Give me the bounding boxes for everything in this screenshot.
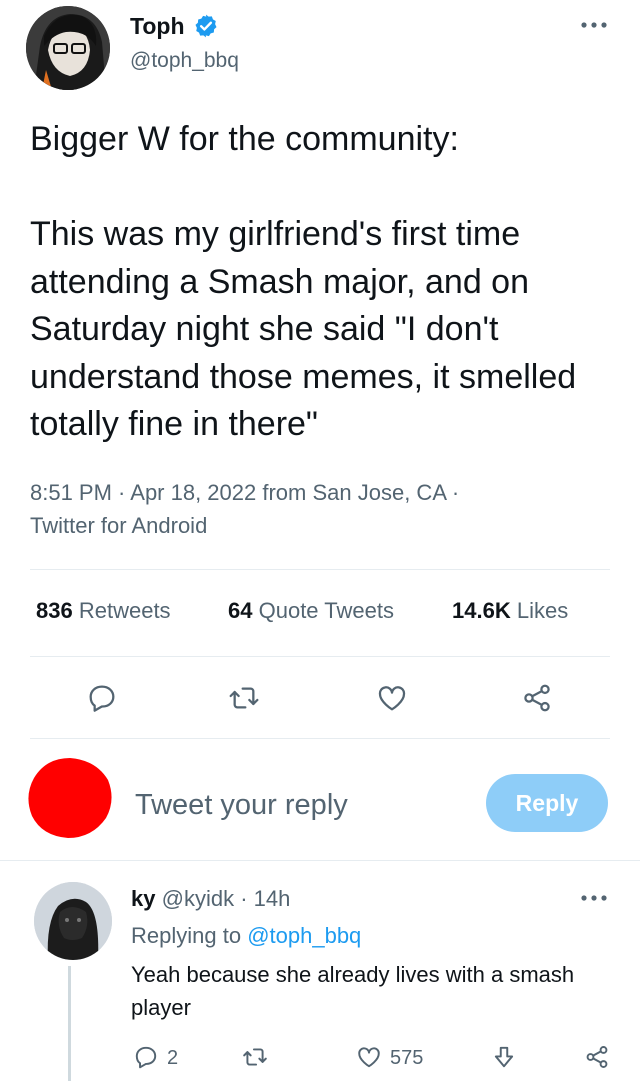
reply-share-action[interactable]	[584, 1044, 610, 1074]
reply-icon[interactable]	[86, 682, 118, 714]
replying-to-mention[interactable]: @toph_bbq	[247, 923, 361, 948]
divider	[30, 738, 610, 739]
downvote-icon	[494, 1046, 514, 1068]
divider	[30, 569, 610, 570]
reply-icon	[135, 1046, 157, 1069]
reply-like-action[interactable]: 575	[356, 1044, 423, 1074]
share-icon[interactable]	[521, 682, 553, 714]
reply-text: Yeah because she already lives with a sm…	[131, 962, 575, 1020]
quotes-label: Quote Tweets	[258, 598, 394, 623]
retweet-icon	[243, 1048, 267, 1066]
reply-reply-action[interactable]: 2	[133, 1044, 178, 1074]
retweets-label: Retweets	[78, 598, 171, 623]
tweet-timestamp-source[interactable]: 8:51 PM · Apr 18, 2022 from San Jose, CA…	[30, 476, 500, 542]
retweets-count: 836	[36, 598, 73, 623]
divider	[0, 860, 640, 861]
reply-count: 2	[167, 1047, 179, 1069]
author-handle[interactable]: @toph_bbq	[130, 48, 239, 74]
share-icon	[586, 1046, 608, 1068]
like-count: 575	[390, 1047, 424, 1069]
quotes-count: 64	[228, 598, 253, 623]
quote-tweets-stat[interactable]: 64 Quote Tweets	[228, 596, 394, 626]
likes-stat[interactable]: 14.6K Likes	[452, 596, 568, 626]
reply-author-name[interactable]: ky	[131, 886, 155, 911]
current-user-avatar-redacted	[26, 756, 114, 840]
retweets-stat[interactable]: 836 Retweets	[36, 596, 171, 626]
more-options-icon[interactable]	[580, 20, 608, 30]
reply-author-line[interactable]: ky @kyidk · 14h	[131, 884, 290, 914]
reply-downvote-action[interactable]	[491, 1044, 517, 1074]
reply-input[interactable]: Tweet your reply	[135, 787, 348, 823]
reply-retweet-action[interactable]	[242, 1044, 268, 1074]
likes-count: 14.6K	[452, 598, 511, 623]
replying-to-line: Replying to @toph_bbq	[131, 921, 361, 951]
like-icon[interactable]	[376, 682, 408, 714]
reply-button[interactable]: Reply	[486, 774, 608, 832]
tweet-text: Bigger W for the community: This was my …	[30, 120, 577, 443]
reply-author-avatar[interactable]	[34, 882, 112, 960]
likes-label: Likes	[516, 598, 569, 623]
replying-prefix: Replying to	[131, 923, 242, 948]
reply-time[interactable]: · 14h	[240, 886, 290, 911]
divider	[30, 656, 610, 657]
verified-badge-icon	[193, 13, 219, 39]
author-name[interactable]: Toph	[130, 12, 185, 40]
thread-line	[68, 966, 71, 1081]
like-icon	[358, 1047, 380, 1068]
reply-author-handle[interactable]: @kyidk	[162, 886, 234, 911]
more-options-icon[interactable]	[580, 893, 608, 903]
author-avatar[interactable]	[26, 6, 110, 90]
retweet-icon[interactable]	[228, 682, 260, 714]
